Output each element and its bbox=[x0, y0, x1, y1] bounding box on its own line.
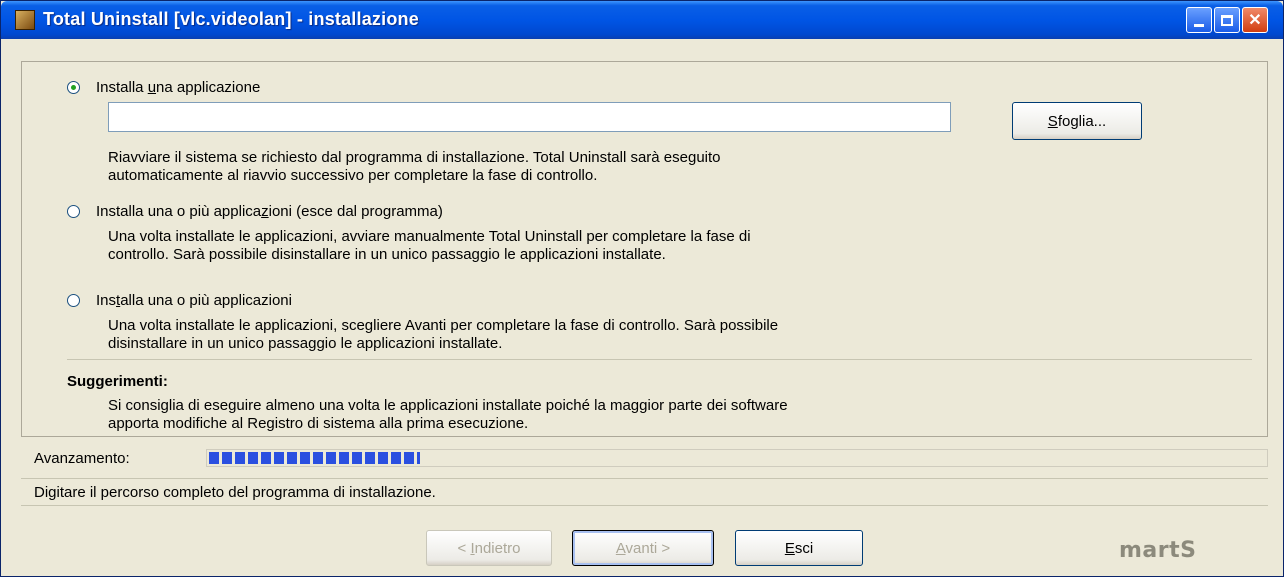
tips-text: Si consiglia di eseguire almeno una volt… bbox=[108, 397, 788, 432]
maximize-icon bbox=[1221, 14, 1233, 26]
radio-install-multiple-exit[interactable] bbox=[67, 205, 80, 218]
option-install-single-description: Riavviare il sistema se richiesto dal pr… bbox=[108, 149, 721, 184]
option-install-multiple-label: Installa una o più applicazioni bbox=[96, 292, 292, 309]
brand-logo: martS bbox=[1119, 538, 1197, 563]
window-title: Total Uninstall [vlc.videolan] - install… bbox=[43, 9, 419, 29]
status-bar: Digitare il percorso completo del progra… bbox=[21, 478, 1268, 506]
radio-install-single[interactable] bbox=[67, 81, 80, 94]
tips-divider bbox=[67, 359, 1252, 360]
exit-button[interactable]: Esci bbox=[735, 530, 863, 566]
close-icon: ✕ bbox=[1248, 12, 1262, 29]
minimize-button[interactable] bbox=[1186, 7, 1212, 33]
option-install-multiple[interactable]: Installa una o più applicazioni bbox=[67, 292, 292, 309]
back-button[interactable]: < Indietro bbox=[426, 530, 552, 566]
installer-path-input[interactable] bbox=[108, 102, 951, 132]
maximize-button[interactable] bbox=[1214, 7, 1240, 33]
option-install-single[interactable]: Installa una applicazione bbox=[67, 79, 260, 96]
option-install-multiple-exit-label: Installa una o più applicazioni (esce da… bbox=[96, 203, 443, 220]
option-install-multiple-exit-description: Una volta installate le applicazioni, av… bbox=[108, 228, 751, 263]
close-button[interactable]: ✕ bbox=[1242, 7, 1268, 33]
progress-bar bbox=[206, 449, 1268, 467]
option-install-multiple-exit[interactable]: Installa una o più applicazioni (esce da… bbox=[67, 203, 443, 220]
option-install-multiple-description: Una volta installate le applicazioni, sc… bbox=[108, 317, 779, 352]
tips-title: Suggerimenti: bbox=[67, 373, 168, 390]
app-icon bbox=[15, 10, 35, 30]
installer-window: Total Uninstall [vlc.videolan] - install… bbox=[0, 0, 1284, 577]
progress-label: Avanzamento: bbox=[34, 450, 130, 467]
option-install-single-label: Installa una applicazione bbox=[96, 79, 261, 96]
title-bar[interactable]: Total Uninstall [vlc.videolan] - install… bbox=[1, 1, 1283, 39]
minimize-icon bbox=[1194, 23, 1204, 27]
next-button[interactable]: Avanti > bbox=[572, 530, 714, 566]
radio-install-multiple[interactable] bbox=[67, 294, 80, 307]
browse-button[interactable]: Sfoglia... bbox=[1012, 102, 1142, 140]
progress-fill bbox=[209, 452, 420, 464]
